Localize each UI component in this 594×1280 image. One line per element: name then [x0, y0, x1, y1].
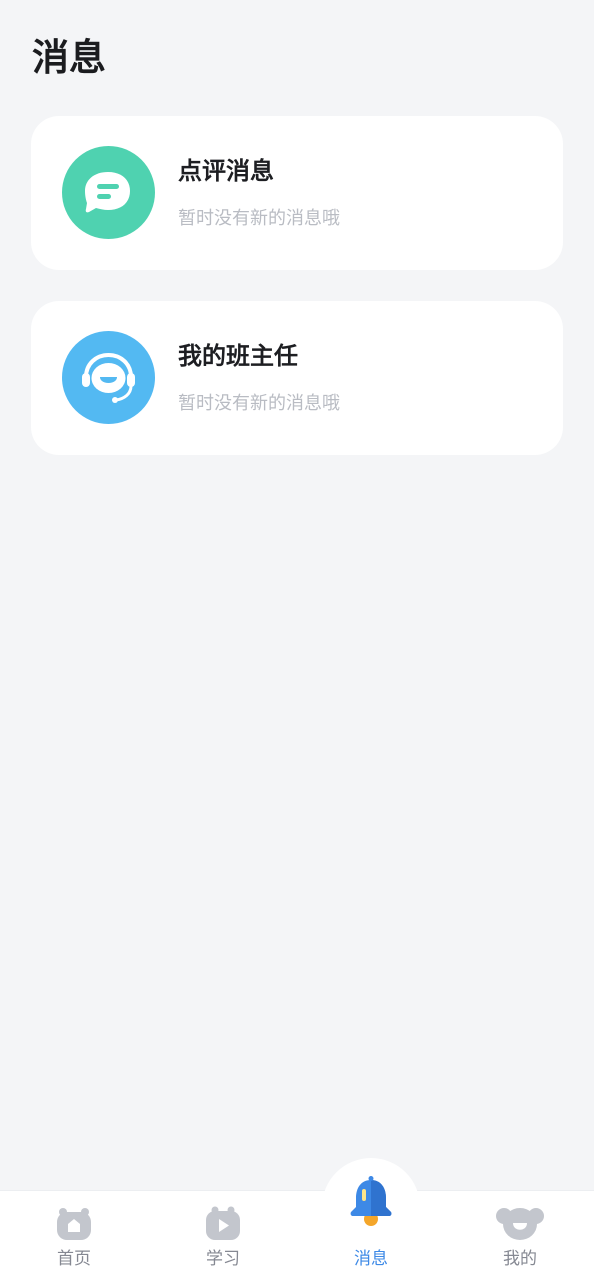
card-title: 点评消息 — [178, 157, 274, 185]
tab-label: 消息 — [354, 1249, 388, 1269]
tab-home[interactable]: 首页 — [0, 1196, 148, 1276]
tab-messages[interactable]: 消息 — [297, 1176, 445, 1276]
comment-bubble-icon — [62, 146, 155, 239]
card-subtitle: 暂时没有新的消息哦 — [178, 393, 340, 414]
headset-smiley-icon — [62, 331, 155, 424]
message-card-review[interactable]: 点评消息 暂时没有新的消息哦 — [31, 116, 563, 270]
card-title: 我的班主任 — [178, 342, 298, 370]
home-icon — [54, 1204, 94, 1246]
tab-study[interactable]: 学习 — [149, 1196, 297, 1276]
tab-label: 学习 — [206, 1249, 240, 1269]
card-subtitle: 暂时没有新的消息哦 — [178, 208, 340, 229]
page-title: 消息 — [32, 36, 106, 79]
tab-mine[interactable]: 我的 — [446, 1196, 594, 1276]
bear-face-icon — [496, 1204, 544, 1246]
messages-page: 消息 点评消息 暂时没有新的消息哦 我的班主任 暂时没有新的消息哦 首页 学习 … — [0, 0, 594, 1280]
tab-label: 首页 — [57, 1249, 91, 1269]
bell-icon — [347, 1176, 395, 1230]
tab-label: 我的 — [503, 1249, 537, 1269]
play-icon — [203, 1204, 243, 1246]
message-card-head-teacher[interactable]: 我的班主任 暂时没有新的消息哦 — [31, 301, 563, 455]
